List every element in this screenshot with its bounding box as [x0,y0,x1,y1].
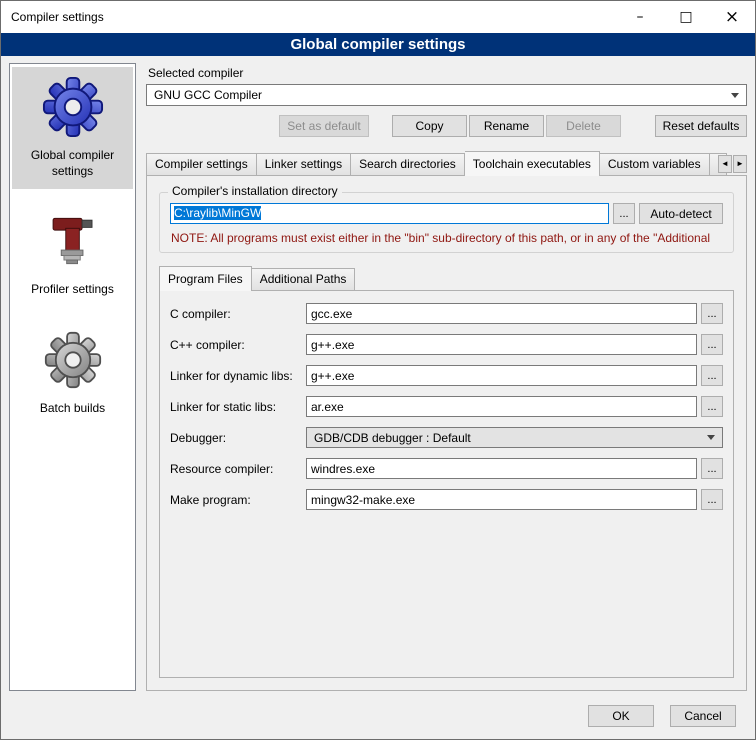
set-as-default-button[interactable]: Set as default [279,115,369,137]
sidebar-item-batch-builds[interactable]: Batch builds [12,320,133,427]
dynamic-linker-input[interactable] [306,365,697,386]
window-controls: – □ × [617,1,755,33]
gray-gear-icon [41,328,105,392]
tab-search-directories[interactable]: Search directories [351,153,465,175]
minimize-icon[interactable]: – [617,1,663,33]
close-icon[interactable]: × [709,1,755,33]
debugger-label: Debugger: [170,431,302,445]
tab-custom-variables[interactable]: Custom variables [600,153,710,175]
browse-directory-button[interactable]: ... [613,203,635,224]
browse-button[interactable]: ... [701,365,723,386]
page-title: Global compiler settings [1,33,755,56]
dialog-content: Global compiler settings Profiler settin… [1,56,755,701]
tab-additional-paths[interactable]: Additional Paths [252,268,356,290]
installation-directory-group-title: Compiler's installation directory [168,184,342,198]
field-row-cpp-compiler: C++ compiler: ... [170,334,723,355]
c-compiler-input[interactable] [306,303,697,324]
cancel-button[interactable]: Cancel [670,705,736,727]
sidebar-item-label: Profiler settings [15,282,130,298]
browse-button[interactable]: ... [701,489,723,510]
resource-compiler-input[interactable] [306,458,697,479]
profiler-tool-icon [41,209,105,273]
settings-category-list: Global compiler settings Profiler settin… [9,63,136,691]
static-linker-label: Linker for static libs: [170,400,302,414]
dialog-footer: OK Cancel [1,701,755,739]
titlebar: Compiler settings – □ × [1,1,755,33]
cpp-compiler-label: C++ compiler: [170,338,302,352]
field-row-make-program: Make program: ... [170,489,723,510]
compiler-actions: Set as default Copy Rename Delete Reset … [146,115,747,137]
selected-compiler-select[interactable]: GNU GCC Compiler [146,84,747,106]
make-program-input[interactable] [306,489,697,510]
settings-tabstrip: Compiler settings Linker settings Search… [146,151,747,175]
toolchain-executables-panel: Compiler's installation directory C:\ray… [146,175,747,691]
sidebar-item-label: Batch builds [15,401,130,417]
program-files-panel: C compiler: ... C++ compiler: ... Linker… [159,290,734,678]
browse-button[interactable]: ... [701,334,723,355]
browse-button[interactable]: ... [701,458,723,479]
installation-directory-value: C:\raylib\MinGW [174,206,261,220]
blue-gear-icon [41,75,105,139]
make-program-label: Make program: [170,493,302,507]
window-title: Compiler settings [1,10,104,24]
tab-toolchain-executables[interactable]: Toolchain executables [465,151,600,176]
cpp-compiler-input[interactable] [306,334,697,355]
main-panel: Selected compiler GNU GCC Compiler Set a… [146,63,747,691]
installation-directory-row: C:\raylib\MinGW ... Auto-detect [170,203,723,224]
c-compiler-label: C compiler: [170,307,302,321]
sidebar-item-global-compiler-settings[interactable]: Global compiler settings [12,67,133,189]
debugger-select[interactable]: GDB/CDB debugger : Default [306,427,723,448]
chevron-down-icon [731,93,739,98]
field-row-resource-compiler: Resource compiler: ... [170,458,723,479]
tab-program-files[interactable]: Program Files [159,266,252,291]
dynamic-linker-label: Linker for dynamic libs: [170,369,302,383]
chevron-down-icon [707,435,715,440]
browse-button[interactable]: ... [701,396,723,417]
maximize-icon[interactable]: □ [663,1,709,33]
tab-scroll-left-icon[interactable]: ◄ [718,155,732,173]
field-row-debugger: Debugger: GDB/CDB debugger : Default [170,427,723,448]
debugger-value: GDB/CDB debugger : Default [314,431,701,445]
field-row-static-linker: Linker for static libs: ... [170,396,723,417]
tab-compiler-settings[interactable]: Compiler settings [146,153,257,175]
resource-compiler-label: Resource compiler: [170,462,302,476]
reset-defaults-button[interactable]: Reset defaults [655,115,747,137]
installation-directory-group: Compiler's installation directory C:\ray… [159,192,734,253]
static-linker-input[interactable] [306,396,697,417]
tab-scroll-right-icon[interactable]: ► [733,155,747,173]
compiler-settings-window: Compiler settings – □ × Global compiler … [0,0,756,740]
directory-note: NOTE: All programs must exist either in … [171,231,722,245]
ok-button[interactable]: OK [588,705,654,727]
auto-detect-button[interactable]: Auto-detect [639,203,723,224]
tab-linker-settings[interactable]: Linker settings [257,153,351,175]
tab-scroll-buttons: ◄ ► [718,155,747,173]
sidebar-item-profiler-settings[interactable]: Profiler settings [12,201,133,308]
rename-button[interactable]: Rename [469,115,544,137]
copy-button[interactable]: Copy [392,115,467,137]
selected-compiler-value: GNU GCC Compiler [154,88,725,102]
installation-directory-input[interactable]: C:\raylib\MinGW [170,203,609,224]
selected-compiler-label: Selected compiler [148,66,747,80]
delete-button[interactable]: Delete [546,115,621,137]
browse-button[interactable]: ... [701,303,723,324]
field-row-c-compiler: C compiler: ... [170,303,723,324]
sidebar-item-label: Global compiler settings [15,148,130,179]
program-files-tabstrip: Program Files Additional Paths [159,266,734,290]
field-row-dynamic-linker: Linker for dynamic libs: ... [170,365,723,386]
